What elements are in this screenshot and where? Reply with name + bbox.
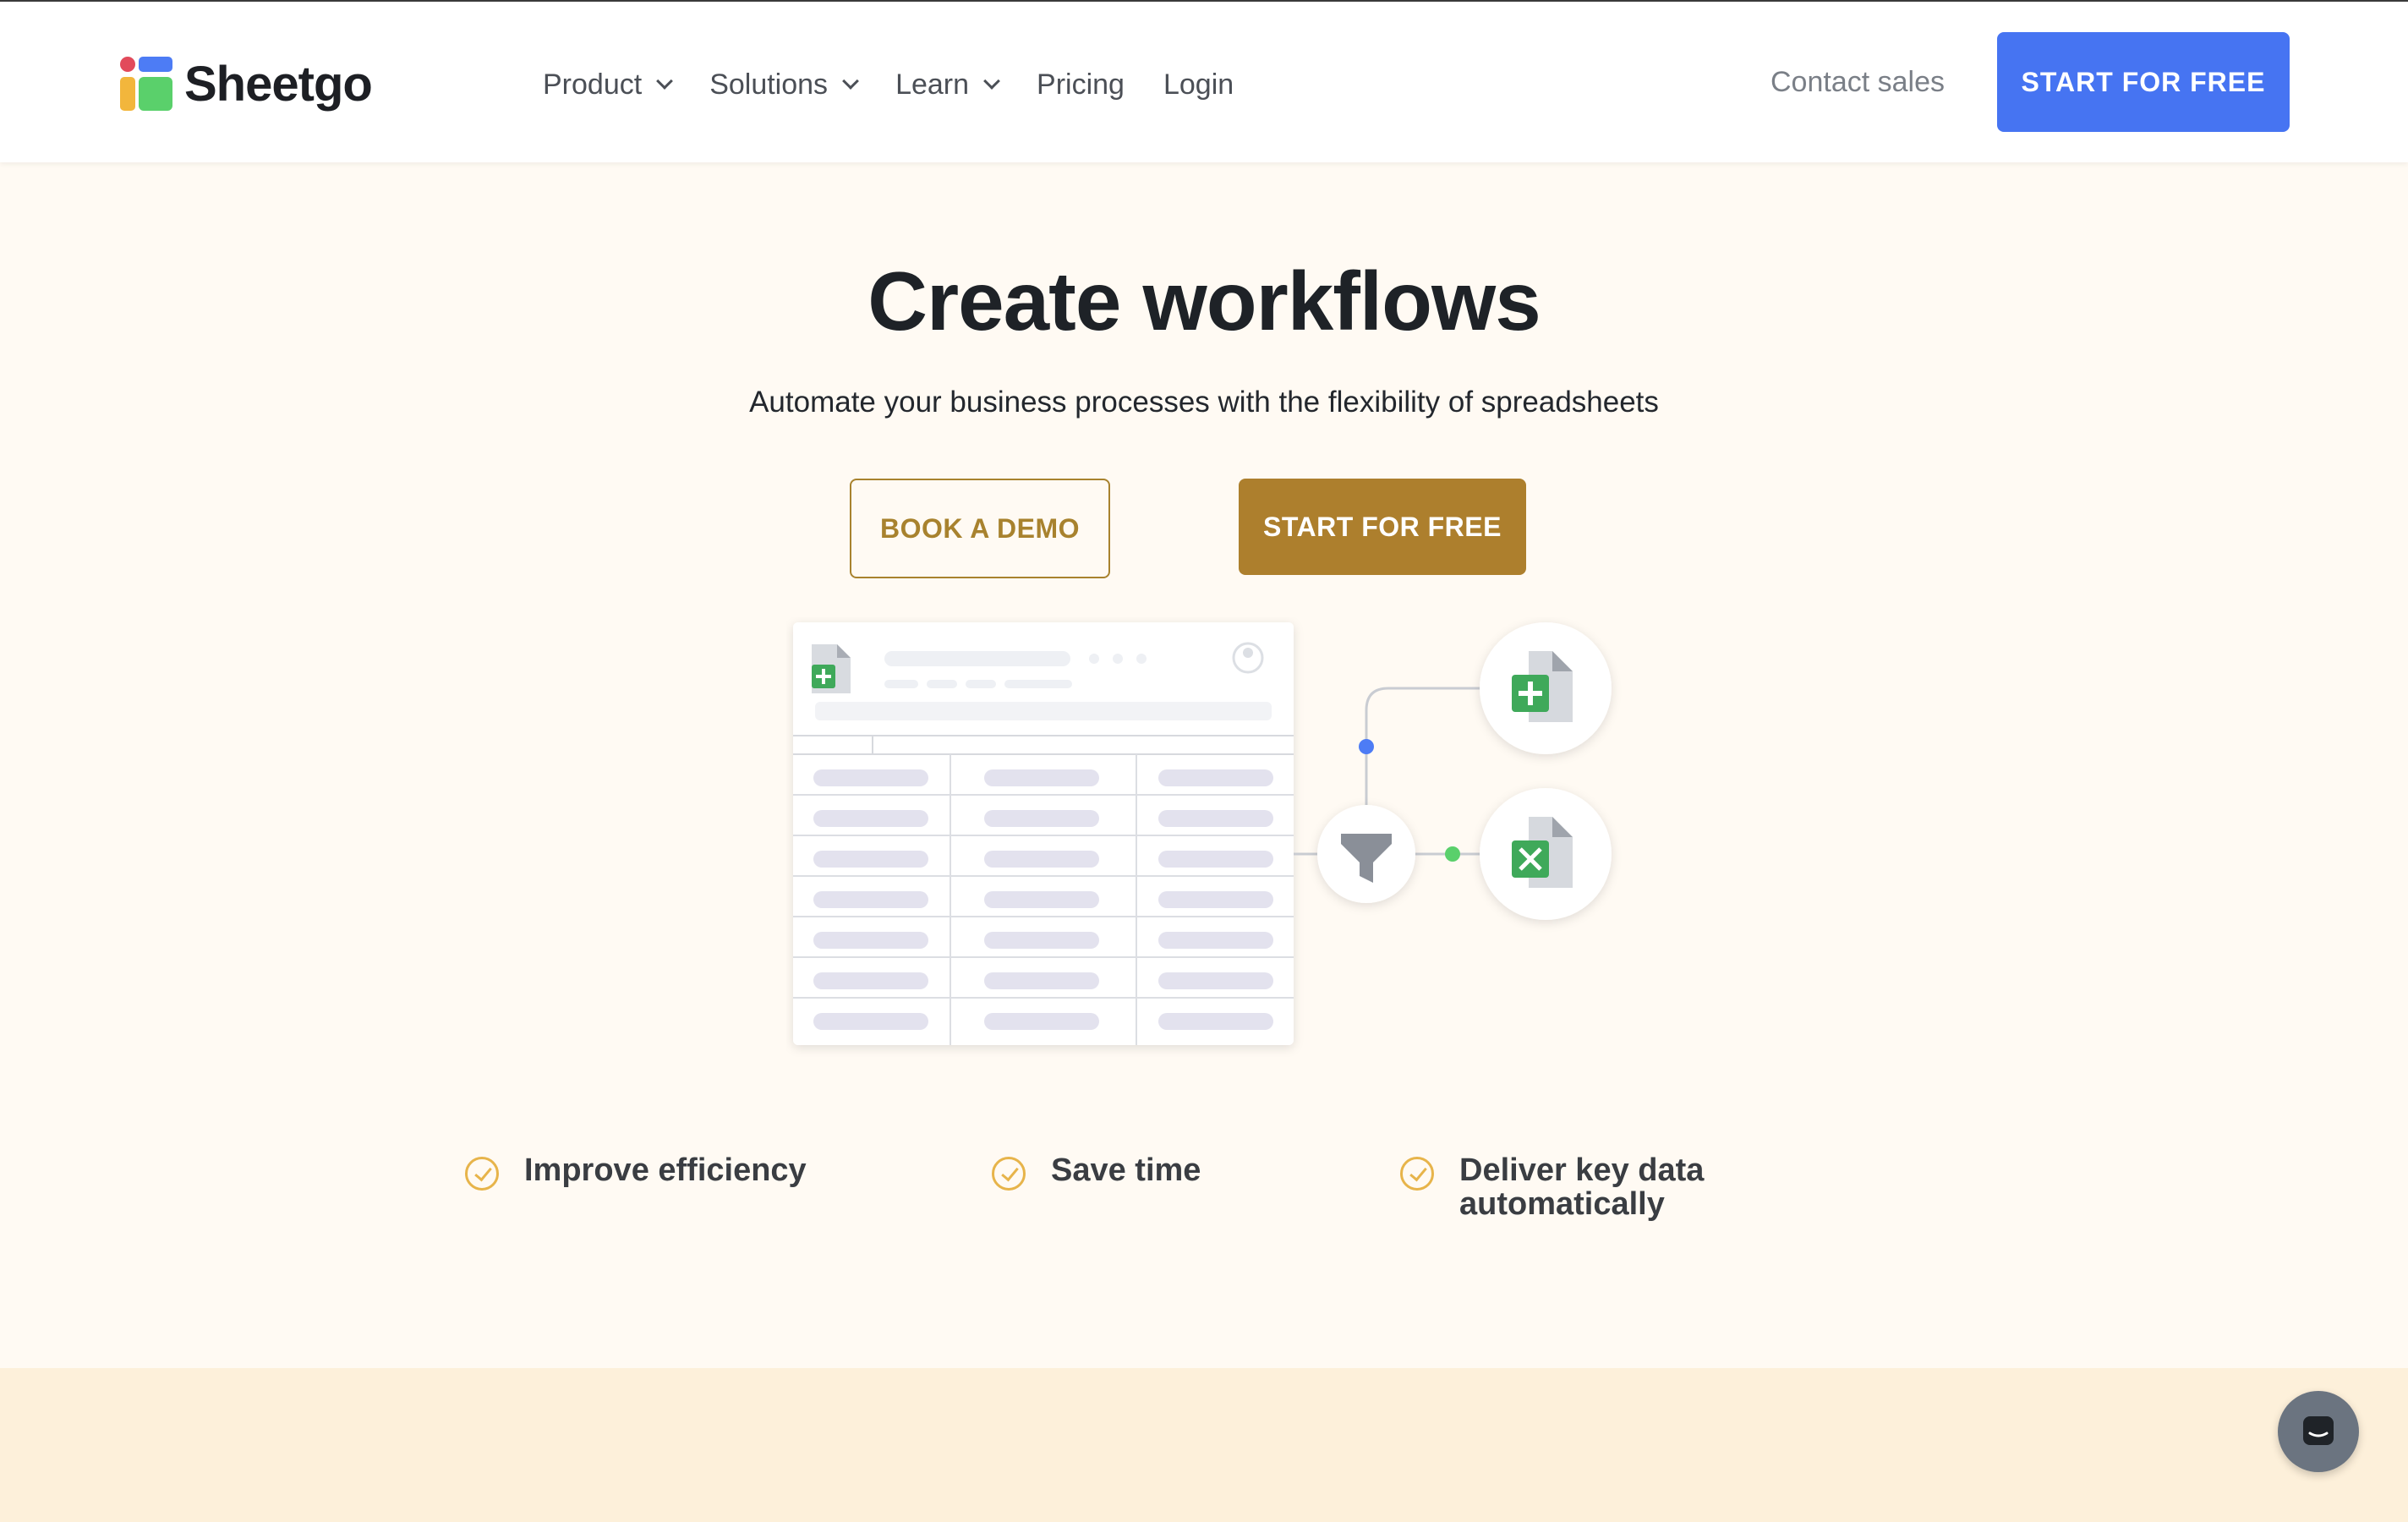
excel-node — [1480, 788, 1612, 920]
sheetgo-logo[interactable]: Sheetgo — [120, 56, 373, 112]
feature-save-time: Save time — [992, 1153, 1201, 1191]
nav-item-solutions[interactable]: Solutions — [709, 68, 859, 101]
connector-node-green — [1445, 846, 1460, 862]
logo-text: Sheetgo — [184, 56, 373, 112]
site-header: Sheetgo Product Solutions Learn Pricing … — [0, 0, 2408, 162]
contact-sales-link[interactable]: Contact sales — [1770, 66, 1945, 99]
nav-item-product[interactable]: Product — [543, 68, 674, 101]
chevron-down-icon — [656, 73, 674, 90]
check-circle-icon — [1400, 1157, 1434, 1191]
feature-label: Deliver key data automatically — [1459, 1152, 1705, 1222]
main-nav: Product Solutions Learn Pricing Login — [543, 61, 1272, 108]
hero-subtitle: Automate your business processes with th… — [749, 386, 1659, 419]
nav-label: Login — [1163, 68, 1234, 101]
chat-launcher-button[interactable] — [2278, 1391, 2359, 1472]
workflow-illustration — [793, 622, 1612, 1045]
connector-node-blue — [1359, 739, 1374, 754]
nav-label: Product — [543, 68, 643, 101]
feature-deliver-data: Deliver key data automatically — [1400, 1153, 1705, 1221]
book-demo-button[interactable]: BOOK A DEMO — [850, 479, 1110, 578]
nav-label: Solutions — [709, 68, 829, 101]
nav-label: Pricing — [1037, 68, 1125, 101]
hero-start-free-button[interactable]: START FOR FREE — [1239, 479, 1526, 575]
sheetgo-logo-icon — [120, 57, 172, 111]
nav-item-pricing[interactable]: Pricing — [1037, 68, 1125, 101]
check-circle-icon — [992, 1157, 1026, 1191]
nav-item-learn[interactable]: Learn — [895, 68, 1000, 101]
chevron-down-icon — [842, 73, 859, 90]
chevron-down-icon — [983, 73, 1000, 90]
header-start-free-button[interactable]: START FOR FREE — [1997, 32, 2290, 132]
chat-icon — [2303, 1416, 2334, 1445]
page-title: Create workflows — [867, 255, 1541, 348]
feature-label: Improve efficiency — [524, 1152, 807, 1188]
sheets-node — [1480, 622, 1612, 754]
nav-item-login[interactable]: Login — [1163, 68, 1234, 101]
nav-label: Learn — [895, 68, 970, 101]
check-circle-icon — [465, 1157, 499, 1191]
feature-label: Save time — [1051, 1152, 1201, 1188]
feature-improve-efficiency: Improve efficiency — [465, 1153, 807, 1191]
next-section-band — [0, 1368, 2408, 1522]
spreadsheet-mockup — [793, 622, 1294, 1045]
filter-node — [1317, 805, 1415, 903]
